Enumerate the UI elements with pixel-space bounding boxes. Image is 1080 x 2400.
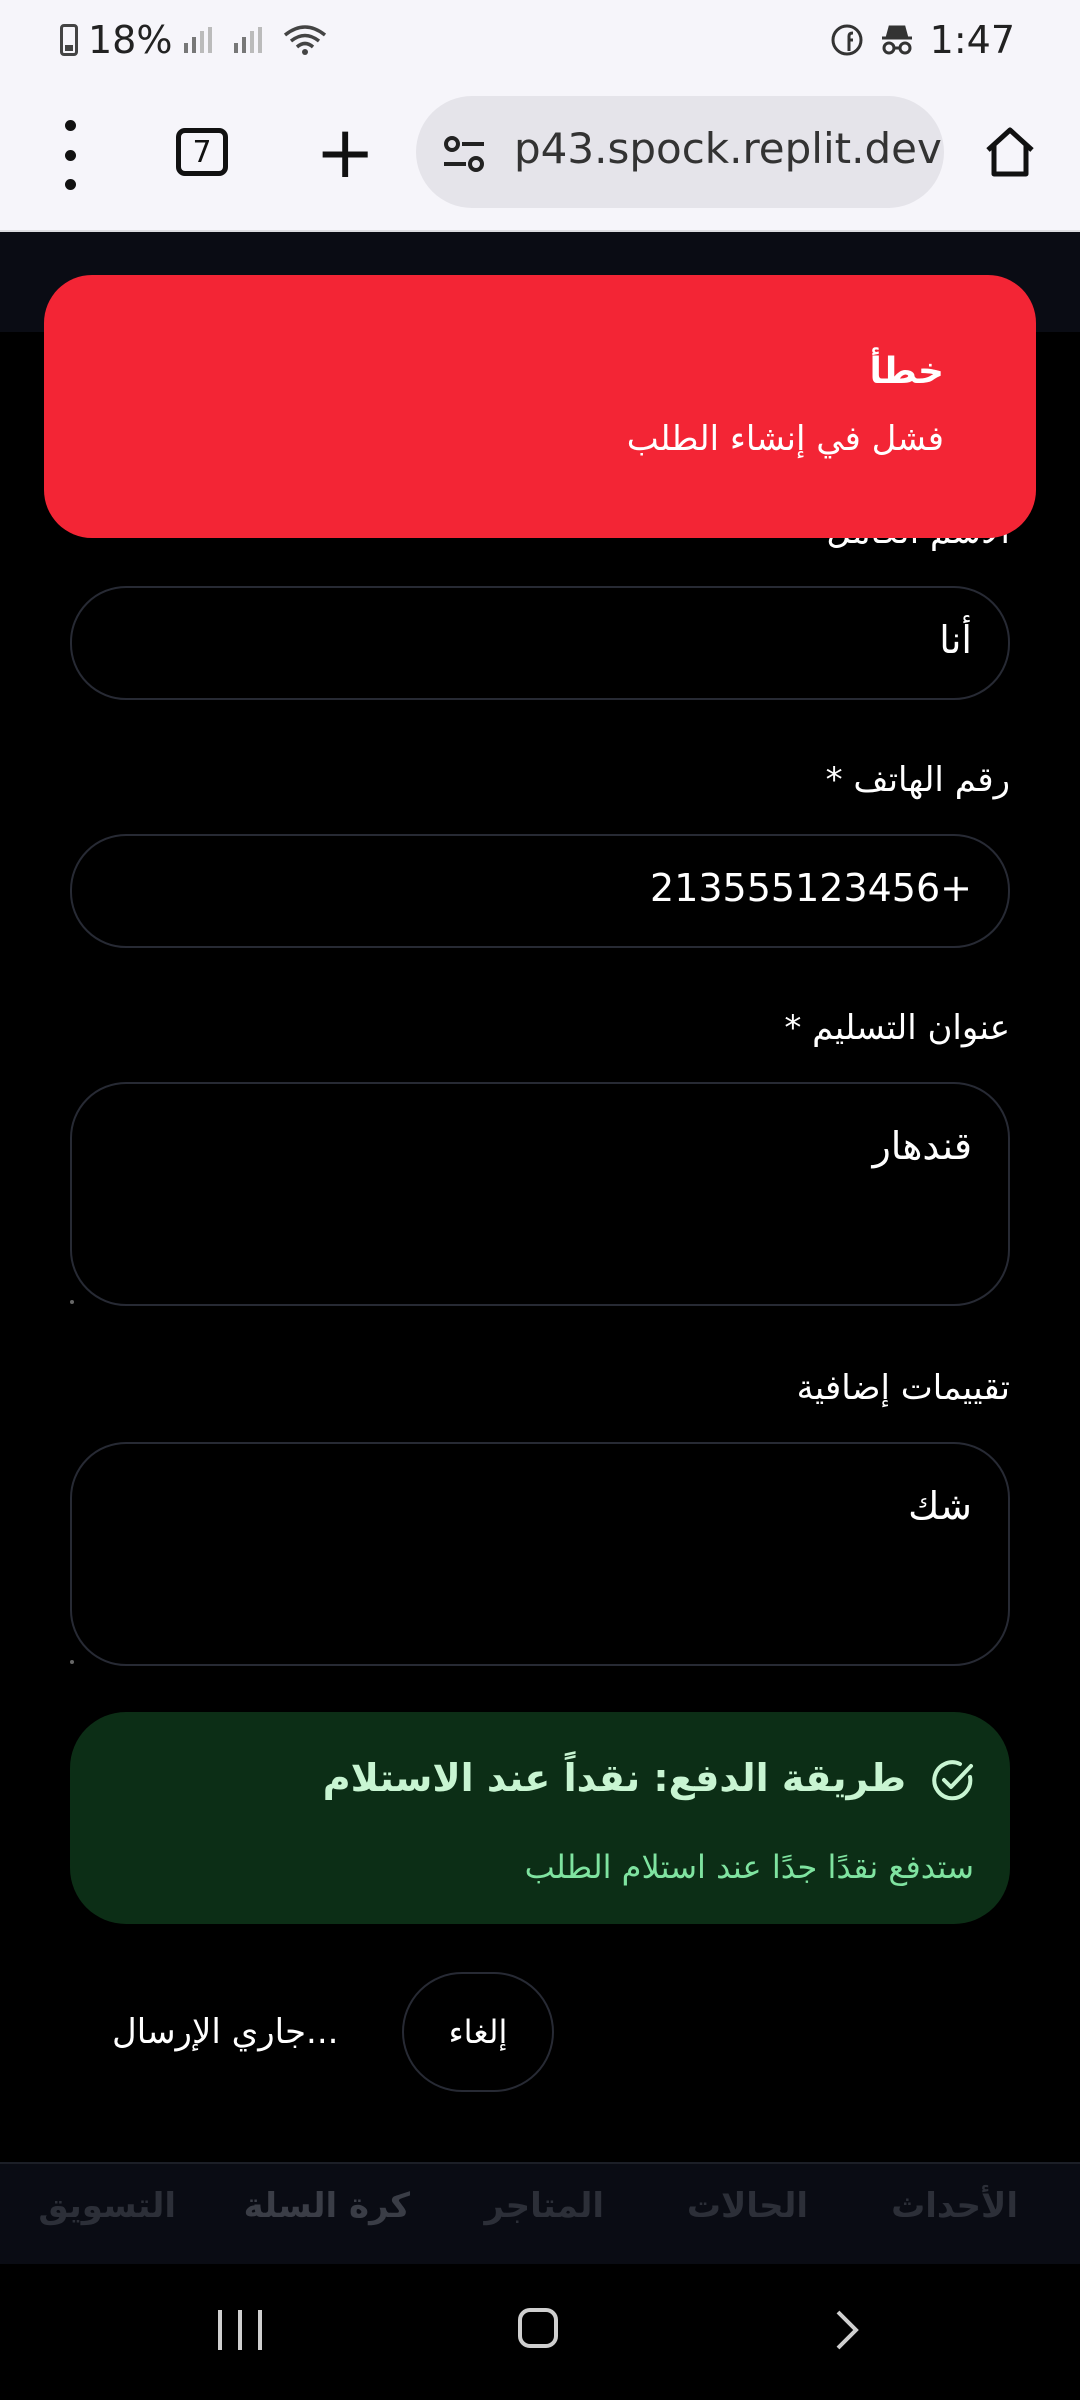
home-button-icon[interactable] (518, 2308, 558, 2348)
signal-icon-2 (234, 27, 263, 53)
name-input[interactable]: أنا (70, 586, 1010, 700)
resize-handle-icon[interactable] (70, 1660, 74, 1664)
browser-menu-button[interactable] (40, 120, 100, 190)
address-bar[interactable]: p43.spock.replit.dev (416, 96, 944, 208)
address-label: عنوان التسليم * (784, 1008, 1010, 1048)
recents-icon[interactable] (218, 2310, 262, 2350)
menu-dot-icon (64, 179, 76, 190)
tab-switcher-button[interactable]: 7 (176, 128, 228, 176)
chevron-right-icon[interactable] (822, 2306, 870, 2354)
check-circle-icon (932, 1760, 973, 1801)
payment-title: طريقة الدفع: نقداً عند الاستلام (322, 1756, 906, 1800)
notes-value: شك (908, 1484, 972, 1528)
phone-value: +213555123456 (650, 866, 972, 910)
system-navigation-bar (0, 2264, 1080, 2400)
home-icon[interactable] (982, 124, 1038, 180)
submit-button[interactable]: جاري الإرسال... (112, 2012, 338, 2052)
battery-icon (60, 24, 78, 56)
bottom-navigation: الأحداث الحالات المتاجر كرة السلة التسوي… (0, 2164, 1080, 2264)
cancel-button[interactable]: إلغاء (402, 1972, 554, 2092)
status-left: 18% (60, 18, 328, 62)
payment-description: ستدفع نقدًا جدًا عند استلام الطلب (524, 1848, 974, 1886)
menu-dot-icon (64, 149, 76, 161)
browser-toolbar: 7 + p43.spock.replit.dev (0, 80, 1080, 232)
incognito-icon (881, 25, 912, 55)
nav-item-statuses[interactable]: الحالات (687, 2186, 808, 2226)
notes-label: تقييمات إضافية (796, 1368, 1010, 1408)
address-value: قندهار (872, 1124, 972, 1168)
status-bar: 18% 1:47 (0, 0, 1080, 80)
nav-item-basketball[interactable]: كرة السلة (244, 2186, 410, 2226)
wifi-icon (284, 25, 327, 55)
signal-icon (184, 27, 213, 53)
notes-textarea[interactable]: شك (70, 1442, 1010, 1666)
phone-input[interactable]: +213555123456 (70, 834, 1010, 948)
toast-description: فشل في إنشاء الطلب (626, 419, 944, 459)
clock: 1:47 (929, 18, 1015, 62)
error-toast[interactable]: خطأ فشل في إنشاء الطلب (44, 275, 1036, 538)
battery-percent: 18% (88, 18, 173, 62)
address-textarea[interactable]: قندهار (70, 1082, 1010, 1306)
facebook-icon (831, 24, 863, 56)
phone-label: رقم الهاتف * (825, 760, 1010, 800)
nav-item-marketing[interactable]: التسويق (38, 2186, 176, 2226)
status-right: 1:47 (830, 18, 1015, 62)
nav-item-events[interactable]: الأحداث (891, 2186, 1018, 2226)
url-text: p43.spock.replit.dev (514, 124, 942, 173)
name-value: أنا (939, 618, 972, 662)
toast-title: خطأ (869, 351, 944, 392)
site-settings-icon[interactable] (440, 134, 488, 174)
new-tab-icon[interactable]: + (315, 116, 375, 188)
menu-dot-icon (64, 120, 76, 131)
resize-handle-icon[interactable] (70, 1300, 74, 1304)
nav-item-stores[interactable]: المتاجر (484, 2186, 604, 2226)
payment-method-card: طريقة الدفع: نقداً عند الاستلام ستدفع نق… (70, 1712, 1010, 1924)
